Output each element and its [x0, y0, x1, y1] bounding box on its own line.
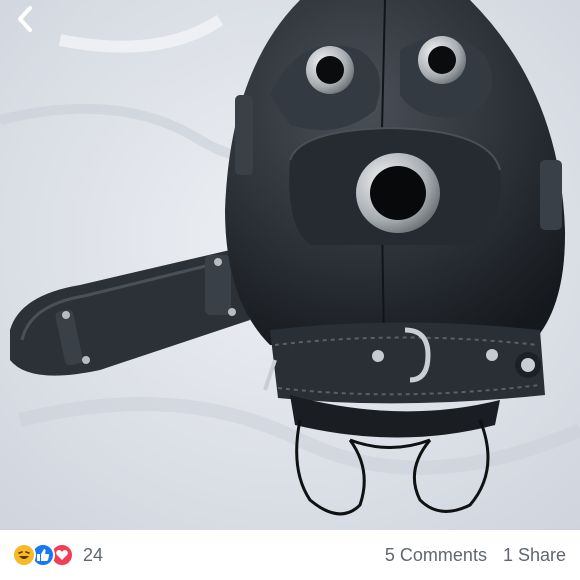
laugh-reaction-icon	[12, 543, 36, 567]
reactions-summary[interactable]: 24	[12, 543, 103, 567]
chevron-left-icon	[14, 5, 36, 33]
shares-link[interactable]: 1 Share	[503, 545, 566, 566]
photo-illustration	[0, 0, 580, 530]
reaction-count: 24	[83, 544, 104, 565]
post-photo[interactable]	[0, 0, 580, 530]
comments-link[interactable]: 5 Comments	[385, 545, 487, 566]
back-button[interactable]	[14, 2, 54, 36]
post-footer: 24 5 Comments 1 Share	[0, 530, 580, 580]
post-stats: 5 Comments 1 Share	[385, 530, 566, 580]
